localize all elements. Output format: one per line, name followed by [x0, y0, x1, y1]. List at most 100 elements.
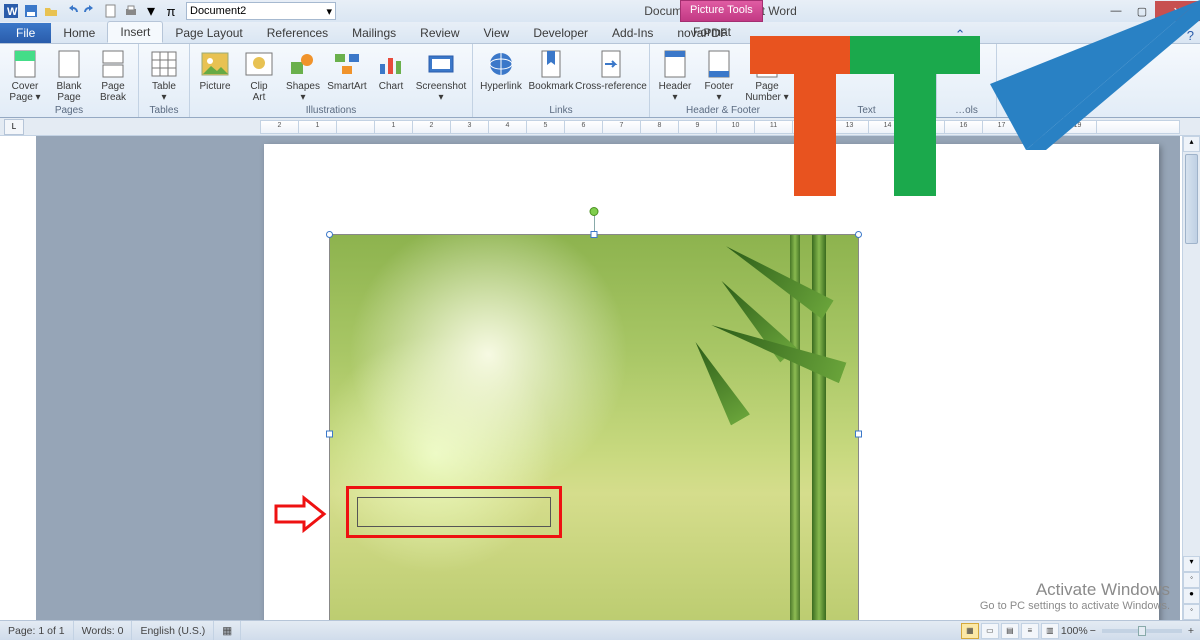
- group-tables-label: Tables: [150, 105, 179, 116]
- picture-icon: [199, 48, 231, 80]
- clipart-button[interactable]: Clip Art: [238, 46, 280, 103]
- horizontal-ruler[interactable]: 2112345678910111213141516171819: [260, 120, 1180, 134]
- maximize-button[interactable]: ▢: [1129, 1, 1155, 21]
- zoom-slider-thumb[interactable]: [1138, 626, 1146, 636]
- title-bar: W ▾ π Document2▾ Document2 - Microsoft W…: [0, 0, 1200, 22]
- cover-page-icon: [9, 48, 41, 80]
- screenshot-button[interactable]: Screenshot ▾: [414, 46, 468, 103]
- status-words[interactable]: Words: 0: [74, 621, 133, 640]
- shapes-button[interactable]: Shapes ▾: [282, 46, 324, 103]
- tab-addins[interactable]: Add-Ins: [600, 23, 665, 43]
- footer-icon: [703, 48, 735, 80]
- tab-mailings[interactable]: Mailings: [340, 23, 408, 43]
- status-macro[interactable]: ▦: [214, 621, 241, 640]
- equation-icon: π: [951, 48, 983, 80]
- page-break-icon: [97, 48, 129, 80]
- qat-dropdown-icon[interactable]: ▾: [142, 2, 160, 20]
- cross-reference-button[interactable]: Cross-reference: [577, 46, 645, 92]
- windows-activation-watermark: Activate Windows Go to PC settings to ac…: [980, 580, 1170, 612]
- picture-button[interactable]: Picture: [194, 46, 236, 103]
- cover-page-button[interactable]: Cover Page ▾: [4, 46, 46, 103]
- quick-access-toolbar: W ▾ π Document2▾: [0, 2, 338, 20]
- document-canvas[interactable]: 2112345678910: [36, 136, 1180, 620]
- new-icon[interactable]: [102, 2, 120, 20]
- page-break-button[interactable]: Page Break: [92, 46, 134, 103]
- zoom-slider[interactable]: [1102, 629, 1182, 633]
- table-button[interactable]: Table ▾: [143, 46, 185, 103]
- ribbon-tabs: File Home Insert Page Layout References …: [0, 22, 1200, 44]
- tab-page-layout[interactable]: Page Layout: [163, 23, 254, 43]
- document-combo[interactable]: Document2▾: [186, 2, 336, 20]
- resize-handle-ne[interactable]: [855, 231, 862, 238]
- full-screen-view-button[interactable]: ▭: [981, 623, 999, 639]
- footer-button[interactable]: Footer ▾: [698, 46, 740, 103]
- group-text-label: Text: [857, 105, 875, 116]
- resize-handle-w[interactable]: [326, 431, 333, 438]
- group-symbols-label: …ols: [955, 105, 978, 116]
- collapse-ribbon-icon[interactable]: ⌃: [955, 27, 966, 43]
- rotation-handle[interactable]: [590, 207, 599, 216]
- browse-object-button[interactable]: ●: [1183, 588, 1200, 604]
- bookmark-button[interactable]: Bookmark: [527, 46, 575, 92]
- tab-view[interactable]: View: [472, 23, 522, 43]
- tab-insert[interactable]: Insert: [107, 21, 163, 43]
- clipart-icon: [243, 48, 275, 80]
- print-layout-view-button[interactable]: ▦: [961, 623, 979, 639]
- page-number-button[interactable]: #Page Number ▾: [742, 46, 792, 103]
- group-pages-label: Pages: [55, 105, 83, 116]
- scroll-down-button[interactable]: ▾: [1183, 556, 1200, 572]
- close-button[interactable]: ✕: [1155, 1, 1200, 21]
- resize-handle-e[interactable]: [855, 431, 862, 438]
- outline-view-button[interactable]: ≡: [1021, 623, 1039, 639]
- web-layout-view-button[interactable]: ▤: [1001, 623, 1019, 639]
- tab-developer[interactable]: Developer: [521, 23, 600, 43]
- pi-icon[interactable]: π: [162, 2, 180, 20]
- open-icon[interactable]: [42, 2, 60, 20]
- screenshot-icon: [425, 48, 457, 80]
- resize-handle-nw[interactable]: [326, 231, 333, 238]
- status-language[interactable]: English (U.S.): [132, 621, 214, 640]
- page[interactable]: [264, 144, 1159, 620]
- inserted-picture[interactable]: [329, 234, 859, 620]
- shapes-icon: [287, 48, 319, 80]
- hyperlink-button[interactable]: Hyperlink: [477, 46, 525, 92]
- scroll-thumb[interactable]: [1185, 154, 1198, 244]
- tab-file[interactable]: File: [0, 23, 51, 43]
- vertical-scrollbar[interactable]: ▴ ▾ ◦ ● ◦: [1182, 136, 1200, 620]
- annotation-highlight-box: [346, 486, 562, 538]
- print-icon[interactable]: [122, 2, 140, 20]
- page-number-icon: #: [751, 48, 783, 80]
- tab-references[interactable]: References: [255, 23, 340, 43]
- group-illustrations: Picture Clip Art Shapes ▾ SmartArt Chart…: [190, 44, 473, 117]
- next-page-button[interactable]: ◦: [1183, 604, 1200, 620]
- word-icon[interactable]: W: [2, 2, 20, 20]
- smartart-button[interactable]: SmartArt: [326, 46, 368, 103]
- help-icon[interactable]: ?: [1187, 28, 1194, 43]
- redo-icon[interactable]: [82, 2, 100, 20]
- zoom-level[interactable]: 100%: [1061, 625, 1088, 637]
- header-button[interactable]: Header ▾: [654, 46, 696, 103]
- equation-button[interactable]: π: [946, 46, 988, 80]
- textbox-frame[interactable]: [357, 497, 551, 527]
- table-icon: [148, 48, 180, 80]
- blank-page-button[interactable]: Blank Page: [48, 46, 90, 103]
- zoom-out-button[interactable]: −: [1090, 625, 1096, 637]
- tab-home[interactable]: Home: [51, 23, 107, 43]
- signature-line-button[interactable]: ✎Signature Line ▾: [820, 48, 914, 62]
- tab-selector[interactable]: L: [4, 119, 24, 135]
- group-links-label: Links: [549, 105, 572, 116]
- tab-format[interactable]: Format: [681, 22, 743, 42]
- scroll-up-button[interactable]: ▴: [1183, 136, 1200, 152]
- zoom-in-button[interactable]: +: [1188, 625, 1194, 637]
- tab-review[interactable]: Review: [408, 23, 471, 43]
- minimize-button[interactable]: —: [1103, 1, 1129, 21]
- undo-icon[interactable]: [62, 2, 80, 20]
- chart-button[interactable]: Chart: [370, 46, 412, 103]
- status-page[interactable]: Page: 1 of 1: [0, 621, 74, 640]
- resize-handle-n[interactable]: [591, 231, 598, 238]
- draft-view-button[interactable]: ▥: [1041, 623, 1059, 639]
- svg-text:#: #: [761, 65, 767, 76]
- previous-page-button[interactable]: ◦: [1183, 572, 1200, 588]
- save-icon[interactable]: [22, 2, 40, 20]
- macro-icon: ▦: [222, 625, 232, 637]
